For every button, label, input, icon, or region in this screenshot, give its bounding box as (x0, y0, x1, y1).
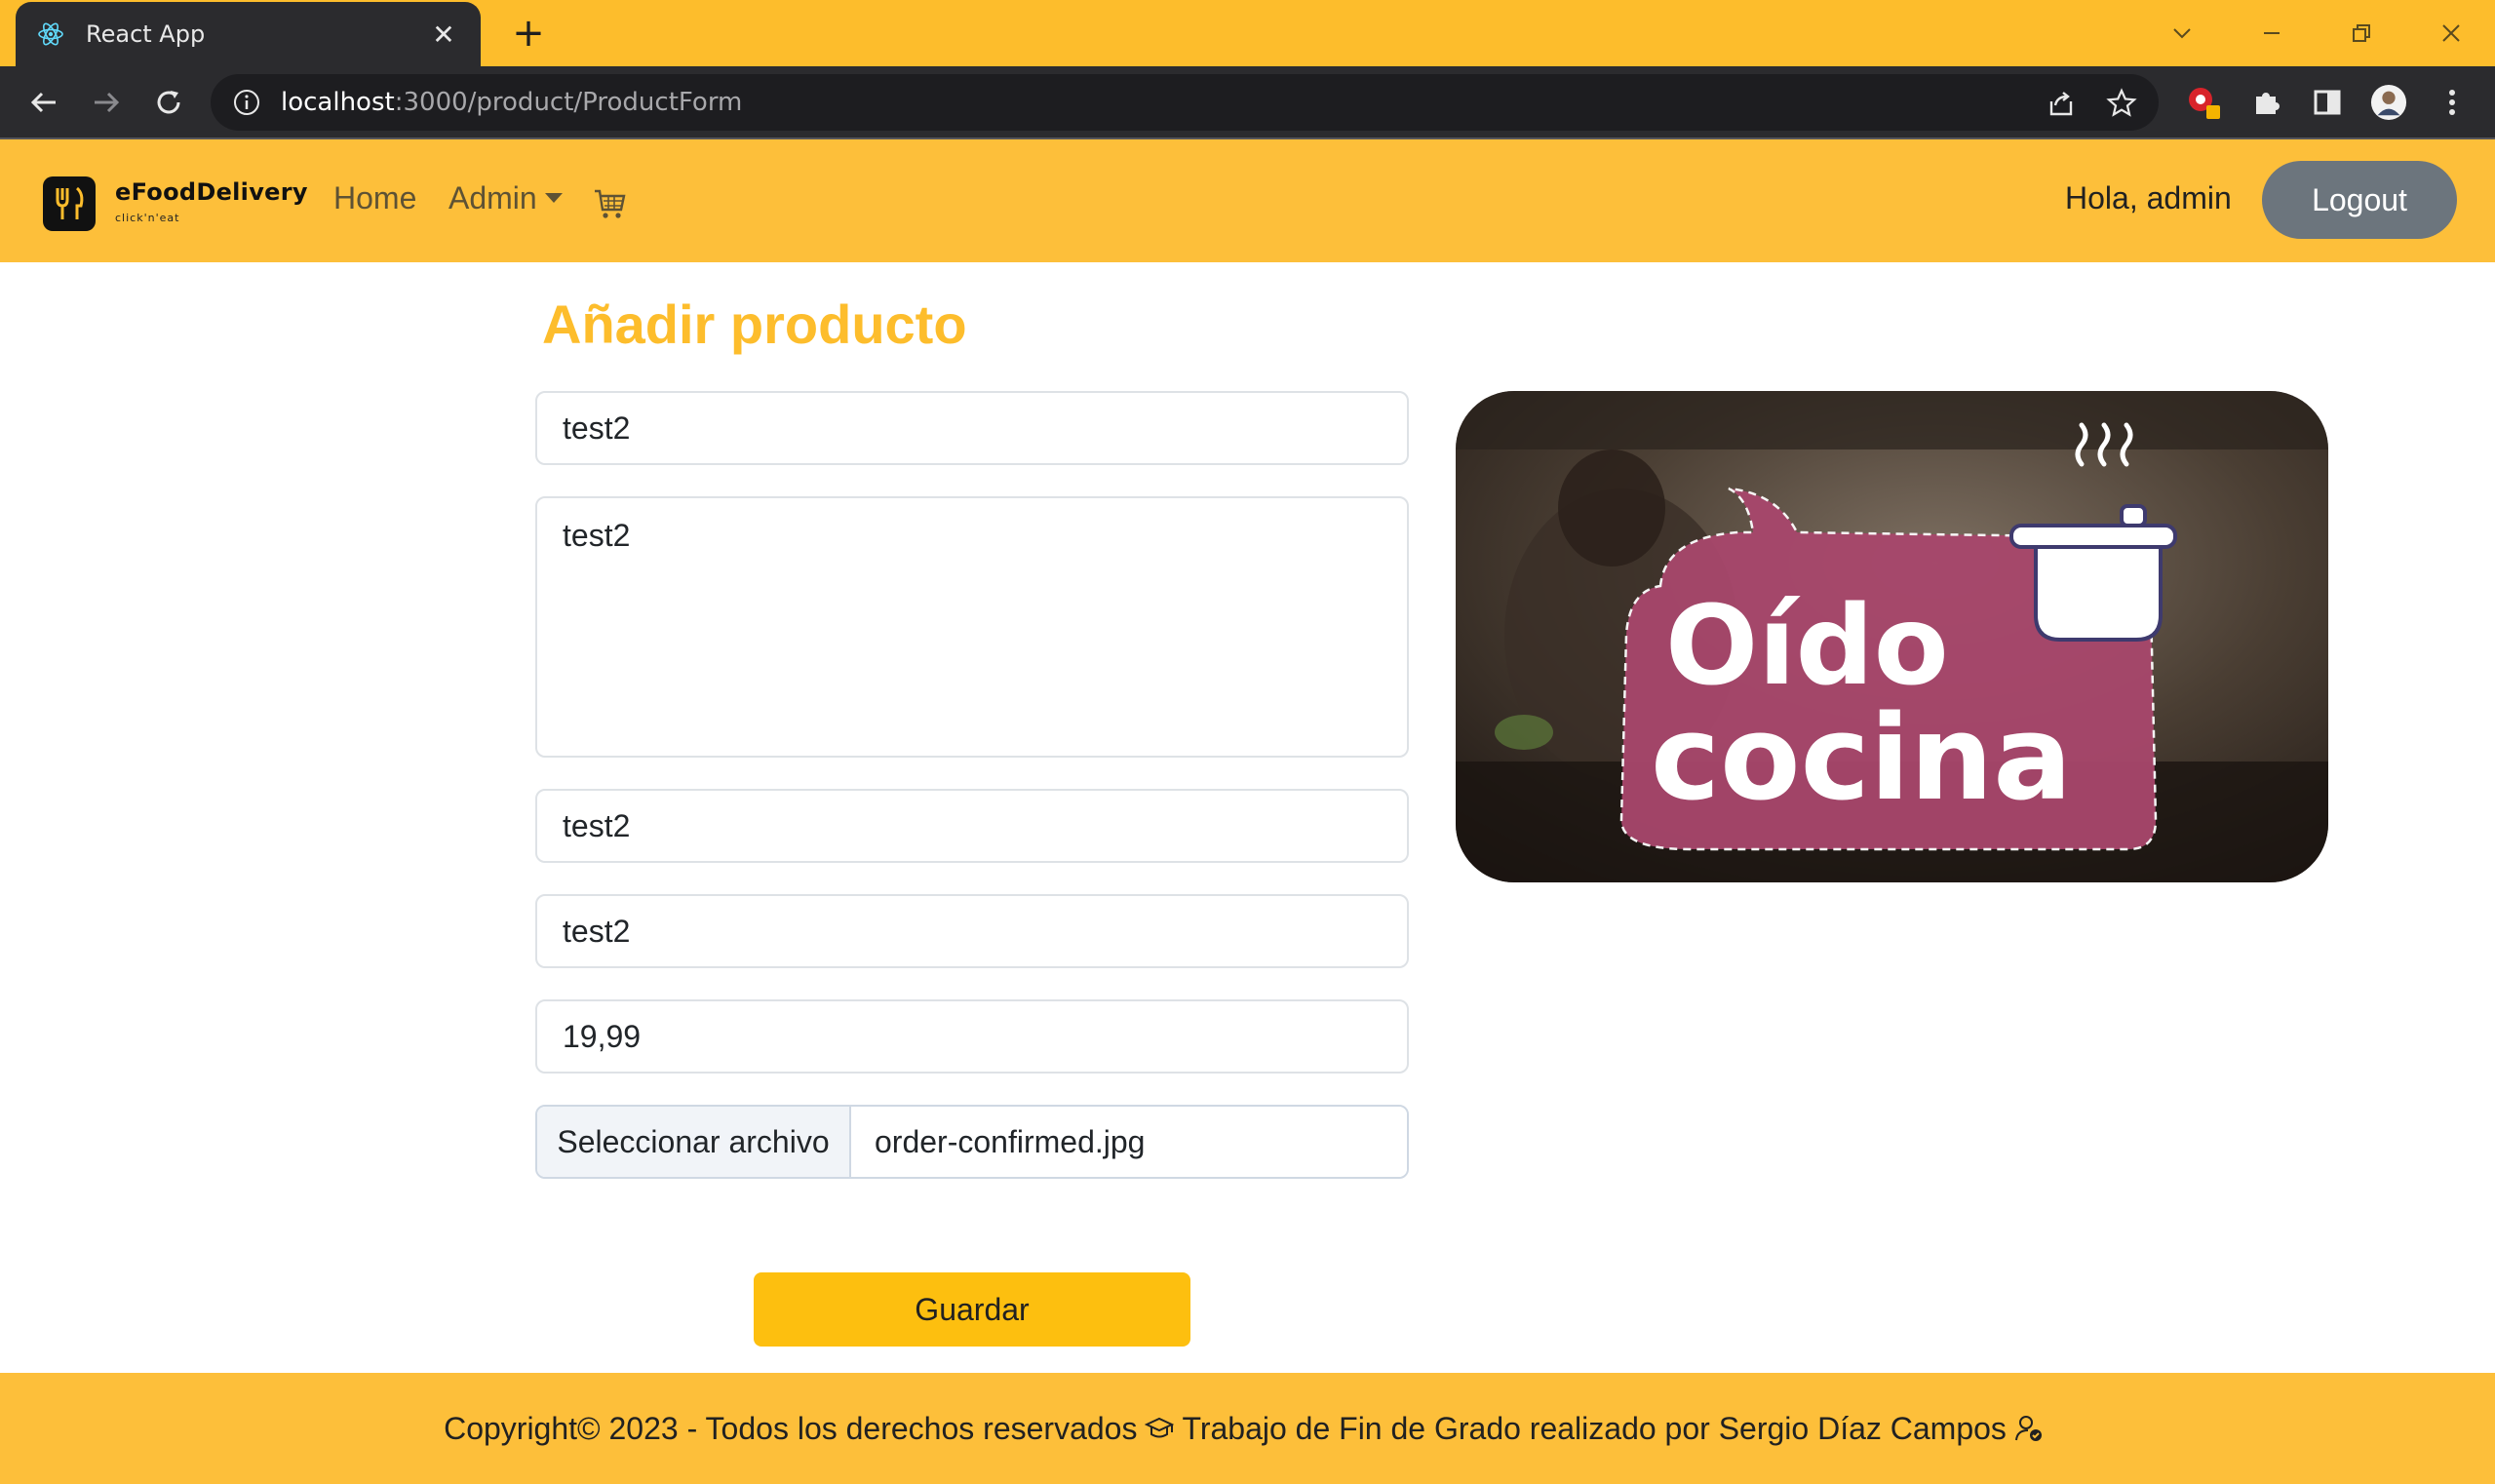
save-button[interactable]: Guardar (754, 1272, 1190, 1347)
image-file-input[interactable]: Seleccionar archivo order-confirmed.jpg (535, 1105, 1409, 1179)
plus-icon[interactable]: + (507, 12, 550, 55)
preview-text-line2: cocina (1651, 691, 2072, 827)
tab-title: React App (86, 20, 206, 48)
product-name-value: test2 (563, 410, 631, 446)
nav-admin-dropdown[interactable]: Admin (448, 180, 563, 216)
browser-tab[interactable]: React App ✕ (16, 2, 481, 66)
product-field-3-input[interactable]: test2 (535, 789, 1409, 863)
browser-tabbar: React App ✕ + (0, 0, 2495, 66)
product-field-4-value: test2 (563, 913, 631, 949)
page-footer: Copyright© 2023 - Todos los derechos res… (0, 1373, 2495, 1484)
close-icon[interactable]: ✕ (428, 19, 459, 51)
menu-icon[interactable] (2434, 84, 2471, 121)
product-description-textarea[interactable]: test2 (535, 496, 1409, 758)
selected-file-name: order-confirmed.jpg (851, 1107, 1407, 1177)
caret-down-icon (544, 192, 563, 203)
app-navbar: eFoodDelivery click'n'eat Home Admin Hol… (0, 139, 2495, 262)
extension-icon[interactable] (2185, 84, 2222, 121)
user-check-icon (2012, 1412, 2046, 1445)
select-file-button[interactable]: Seleccionar archivo (537, 1107, 851, 1177)
product-description-value: test2 (563, 518, 631, 553)
browser-toolbar: localhost:3000/product/ProductForm (0, 66, 2495, 138)
page-title: Añadir producto (542, 293, 967, 355)
react-icon (37, 20, 64, 48)
reload-icon[interactable] (148, 82, 189, 123)
product-field-4-input[interactable]: test2 (535, 894, 1409, 968)
nav-admin-label: Admin (448, 180, 537, 215)
url-path: :3000/product/ProductForm (394, 88, 743, 117)
cart-icon[interactable] (593, 186, 628, 221)
footer-copyright: Copyright© 2023 - Todos los derechos res… (444, 1410, 1138, 1446)
product-image-preview: Oído cocina (1456, 391, 2328, 882)
product-price-value: 19,99 (563, 1018, 642, 1054)
address-bar[interactable]: localhost:3000/product/ProductForm (211, 74, 2159, 131)
user-greeting: Hola, admin (2065, 180, 2232, 215)
graduation-cap-icon (1143, 1412, 1176, 1445)
forward-icon[interactable] (86, 82, 127, 123)
close-window-icon[interactable] (2432, 14, 2471, 53)
minimize-icon[interactable] (2252, 14, 2291, 53)
logout-button[interactable]: Logout (2262, 161, 2457, 239)
restore-icon[interactable] (2342, 14, 2381, 53)
footer-credit: Trabajo de Fin de Grado realizado por Se… (1182, 1410, 2007, 1446)
puzzle-icon[interactable] (2247, 84, 2284, 121)
brand-name[interactable]: eFoodDelivery (115, 178, 308, 206)
star-icon[interactable] (2106, 88, 2137, 119)
sidepanel-icon[interactable] (2309, 84, 2346, 121)
brand-tagline: click'n'eat (115, 212, 180, 224)
product-name-input[interactable]: test2 (535, 391, 1409, 465)
url-host: localhost (281, 88, 395, 117)
back-icon[interactable] (23, 82, 64, 123)
profile-icon[interactable] (2370, 84, 2407, 121)
product-price-input[interactable]: 19,99 (535, 999, 1409, 1074)
product-field-3-value: test2 (563, 807, 631, 843)
info-icon[interactable] (232, 88, 261, 117)
share-icon[interactable] (2046, 88, 2077, 119)
chevron-down-icon[interactable] (2163, 14, 2202, 53)
nav-home-link[interactable]: Home (333, 180, 416, 216)
fork-knife-icon[interactable] (43, 176, 96, 231)
